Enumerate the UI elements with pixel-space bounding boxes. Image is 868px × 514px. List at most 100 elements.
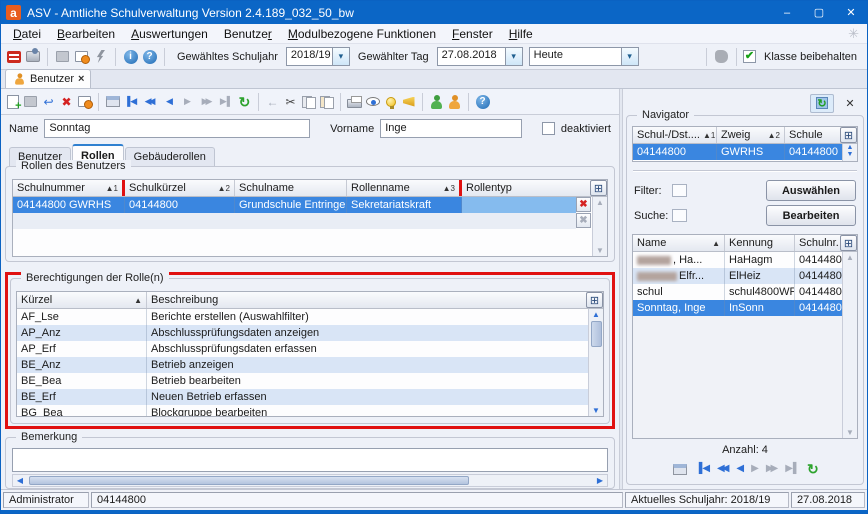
maximize-button[interactable]: ▢ xyxy=(803,1,835,24)
col-schule[interactable]: Schule xyxy=(785,127,840,143)
notification-icon[interactable] xyxy=(400,93,417,110)
dataset-window-icon[interactable] xyxy=(671,461,688,478)
role-row[interactable]: 04144800 GWRHS 04144800 Grundschule Entr… xyxy=(13,197,576,213)
col-kuerzel[interactable]: Kürzel▲ xyxy=(17,292,147,308)
help-icon[interactable]: ? xyxy=(141,48,158,65)
keep-class-checkbox[interactable]: ✔ xyxy=(743,50,756,63)
permission-row[interactable]: AP_AnzAbschlussprüfungsdaten anzeigen xyxy=(17,325,588,341)
chevron-down-icon[interactable]: ▾ xyxy=(505,48,522,65)
remark-textarea[interactable] xyxy=(12,448,608,472)
refresh-icon[interactable]: ↻ xyxy=(807,462,819,476)
col-schulname[interactable]: Schulname xyxy=(235,180,347,196)
menu-hilfe[interactable]: Hilfe xyxy=(501,24,541,44)
messages-icon[interactable] xyxy=(5,48,22,65)
print-icon[interactable] xyxy=(346,93,363,110)
tab-gebaeuderollen[interactable]: Gebäuderollen xyxy=(125,147,215,166)
hint-icon[interactable] xyxy=(382,93,399,110)
school-spinner[interactable]: ▲ ▼ xyxy=(842,144,857,161)
menu-auswertungen[interactable]: Auswertungen xyxy=(123,24,216,44)
previous-record-icon[interactable]: ◀ xyxy=(161,93,178,110)
menu-modulbezogene-funktionen[interactable]: Modulbezogene Funktionen xyxy=(280,24,444,44)
permissions-scrollbar[interactable]: ▲ ▼ xyxy=(588,309,603,416)
menu-datei[interactable]: Datei xyxy=(5,24,49,44)
scroll-down-icon[interactable]: ▼ xyxy=(846,428,854,437)
col-zweig[interactable]: Zweig▲2 xyxy=(717,127,785,143)
scroll-up-icon[interactable]: ▲ xyxy=(846,253,854,262)
permission-row[interactable]: BG_BeaBlockgruppe bearbeiten xyxy=(17,405,588,416)
permission-row[interactable]: BE_ErfNeuen Betrieb erfassen xyxy=(17,389,588,405)
user-row[interactable]: Elfr... ElHeiz 04144800 GW... xyxy=(633,268,842,284)
copy-record-icon[interactable] xyxy=(54,48,71,65)
scroll-down-icon[interactable]: ▼ xyxy=(592,406,600,415)
school-year-select[interactable]: 2018/19 ▾ xyxy=(286,47,350,66)
minimize-button[interactable]: – xyxy=(771,1,803,24)
remark-hscrollbar[interactable]: ◀ ▶ xyxy=(12,474,608,487)
roles-scrollbar[interactable]: ▲ ▼ xyxy=(592,197,607,256)
close-navigator-button[interactable]: ✕ xyxy=(838,94,862,113)
user-row[interactable]: schul schul4800WRHS 04144800 GW... xyxy=(633,284,842,300)
cut-icon[interactable]: ✂ xyxy=(282,93,299,110)
permission-row[interactable]: BE_AnzBetrieb anzeigen xyxy=(17,357,588,373)
refresh-icon[interactable]: ↻ xyxy=(236,93,253,110)
delete-record-icon[interactable]: ✖ xyxy=(58,93,75,110)
col-schul-dst[interactable]: Schul-/Dst....▲1 xyxy=(633,127,717,143)
search-field[interactable] xyxy=(672,209,687,222)
menu-fenster[interactable]: Fenster xyxy=(444,24,501,44)
scroll-right-icon[interactable]: ▶ xyxy=(593,475,607,486)
report-print-icon[interactable] xyxy=(24,48,41,65)
quick-action-icon[interactable] xyxy=(92,48,109,65)
column-config-button[interactable]: ⊞ xyxy=(840,235,857,251)
scroll-down-icon[interactable]: ▼ xyxy=(596,246,604,255)
dataset-window-icon[interactable] xyxy=(104,93,121,110)
chevron-down-icon[interactable]: ▾ xyxy=(332,48,349,65)
tab-benutzer-document[interactable]: Benutzer × xyxy=(5,69,91,88)
new-record-icon[interactable]: + xyxy=(4,93,21,110)
vorname-field[interactable]: Inge xyxy=(380,119,522,138)
first-record-icon[interactable]: ▐◀ xyxy=(122,93,139,110)
col-schulnummer[interactable]: Schulnummer▲1 xyxy=(13,180,125,196)
permission-row[interactable]: AF_LseBerichte erstellen (Auswahlfilter) xyxy=(17,309,588,325)
col-beschreibung[interactable]: Beschreibung xyxy=(147,292,586,308)
delete-role-button[interactable]: ✖ xyxy=(576,197,591,212)
info-icon[interactable]: i xyxy=(122,48,139,65)
day-date-select[interactable]: 27.08.2018 ▾ xyxy=(437,47,523,66)
new-window-icon[interactable] xyxy=(73,48,90,65)
school-row[interactable]: 04144800 GWRHS 04144800 xyxy=(633,144,842,160)
edit-form-icon[interactable] xyxy=(76,93,93,110)
add-user-icon[interactable] xyxy=(428,93,445,110)
name-field[interactable]: Sonntag xyxy=(44,119,310,138)
menu-benutzer[interactable]: Benutzer xyxy=(216,24,280,44)
paste-icon[interactable] xyxy=(318,93,335,110)
chevron-down-icon[interactable]: ▾ xyxy=(621,48,638,65)
close-tab-icon[interactable]: × xyxy=(78,73,84,85)
fast-previous-icon[interactable]: ◀◀ xyxy=(140,93,157,110)
deaktiviert-checkbox[interactable] xyxy=(542,122,555,135)
column-config-button[interactable]: ⊞ xyxy=(840,127,857,143)
users-scrollbar[interactable]: ▲ ▼ xyxy=(842,252,857,438)
edit-button[interactable]: Bearbeiten xyxy=(766,205,856,226)
spin-down-icon[interactable]: ▼ xyxy=(847,151,854,158)
user-roles-icon[interactable] xyxy=(446,93,463,110)
previous-record-icon[interactable]: ◀ xyxy=(736,464,744,474)
copy-icon[interactable] xyxy=(300,93,317,110)
col-rollenname[interactable]: Rollenname▲3 xyxy=(347,180,462,196)
spin-up-icon[interactable]: ▲ xyxy=(847,144,854,151)
column-config-button[interactable]: ⊞ xyxy=(586,292,603,308)
day-mode-select[interactable]: Heute ▾ xyxy=(529,47,639,66)
menu-bearbeiten[interactable]: Bearbeiten xyxy=(49,24,123,44)
preview-icon[interactable] xyxy=(364,93,381,110)
close-button[interactable]: ✕ xyxy=(835,1,867,24)
col-schulnr[interactable]: Schulnr. xyxy=(795,235,840,251)
scrollbar-thumb[interactable] xyxy=(29,476,469,485)
col-name[interactable]: Name▲ xyxy=(633,235,725,251)
permission-row[interactable]: AP_ErfAbschlussprüfungsdaten erfassen xyxy=(17,341,588,357)
col-schulkuerzel[interactable]: Schulkürzel▲2 xyxy=(125,180,235,196)
permission-row[interactable]: BE_BeaBetrieb bearbeiten xyxy=(17,373,588,389)
scroll-up-icon[interactable]: ▲ xyxy=(592,310,600,319)
col-kennung[interactable]: Kennung xyxy=(725,235,795,251)
col-rollentyp[interactable]: Rollentyp xyxy=(462,180,590,196)
fast-previous-icon[interactable]: ◀◀ xyxy=(717,464,726,474)
user-row-selected[interactable]: Sonntag, Inge InSonn 04144800 GW... xyxy=(633,300,842,316)
reload-navigator-button[interactable]: ↻ xyxy=(810,94,834,113)
filter-field[interactable] xyxy=(672,184,687,197)
